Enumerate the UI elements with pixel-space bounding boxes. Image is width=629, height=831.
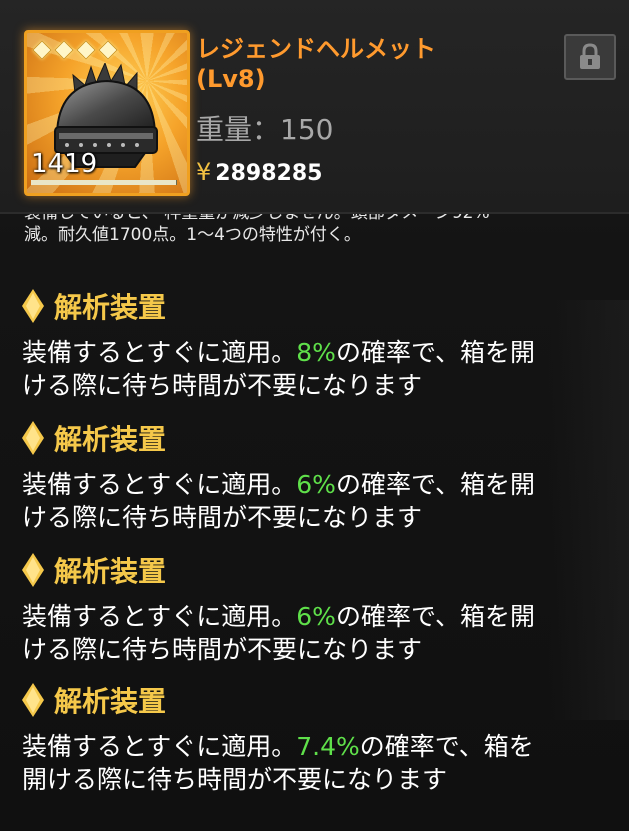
trait-title: 解析装置: [22, 680, 612, 720]
trait-text: の確率で、箱を: [359, 732, 534, 761]
trait-text: の確率で、箱を開: [335, 602, 535, 631]
trait-block: 解析装置 装備するとすぐに適用。6%の確率で、箱を開 ける際に待ち時間が不要にな…: [22, 418, 612, 534]
item-level: (Lv8): [196, 65, 266, 93]
rarity-star-icon: [54, 40, 74, 60]
trait-block: 解析装置 装備するとすぐに適用。8%の確率で、箱を開 ける際に待ち時間が不要にな…: [22, 286, 612, 402]
trait-title-text: 解析装置: [54, 685, 167, 718]
rarity-star-icon: [98, 40, 118, 60]
item-name-title: レジェンドヘルメット: [196, 35, 436, 63]
item-name: レジェンドヘルメット (Lv8): [196, 34, 526, 94]
trait-text: 開ける際に待ち時間が不要になります: [22, 765, 448, 794]
trait-percent: 7.4%: [296, 732, 360, 761]
diamond-icon: [22, 553, 44, 587]
rarity-star-icon: [32, 40, 52, 60]
trait-text: ける際に待ち時間が不要になります: [22, 503, 423, 532]
trait-percent: 6%: [296, 470, 336, 499]
description-line: 装備していると、 枠重量が減少しません。頭部ダメージ92%: [24, 214, 614, 224]
weight-row: 重量：150: [196, 108, 333, 148]
item-count: 1419: [31, 149, 98, 179]
price-row: ¥2898285: [196, 158, 322, 186]
rarity-stars: [32, 40, 118, 60]
rarity-star-icon: [76, 40, 96, 60]
item-icon-frame[interactable]: 1419: [24, 30, 190, 196]
weight-label: 重量：: [196, 113, 281, 146]
trait-description: 装備するとすぐに適用。7.4%の確率で、箱を 開ける際に待ち時間が不要になります: [22, 730, 612, 796]
trait-text: 装備するとすぐに適用。: [22, 732, 297, 761]
trait-title: 解析装置: [22, 550, 612, 590]
description-line: 減。耐久値1700点。1～4つの特性が付く。: [24, 225, 361, 245]
trait-text: の確率で、箱を開: [335, 470, 535, 499]
trait-text: 装備するとすぐに適用。: [22, 338, 297, 367]
trait-text: の確率で、箱を開: [335, 338, 535, 367]
trait-description: 装備するとすぐに適用。6%の確率で、箱を開 ける際に待ち時間が不要になります: [22, 468, 612, 534]
trait-text: 装備するとすぐに適用。: [22, 470, 297, 499]
yen-icon: ¥: [196, 158, 212, 186]
lock-button[interactable]: [564, 34, 616, 80]
durability-bar-fill: [31, 180, 176, 185]
trait-block: 解析装置 装備するとすぐに適用。6%の確率で、箱を開 ける際に待ち時間が不要にな…: [22, 550, 612, 666]
trait-text: ける際に待ち時間が不要になります: [22, 371, 423, 400]
trait-title-text: 解析装置: [54, 423, 167, 456]
item-detail-panel: 1419 レジェンドヘルメット (Lv8) 重量：150 ¥2898285 装備…: [0, 0, 629, 831]
weight-value: 150: [280, 113, 334, 146]
diamond-icon: [22, 421, 44, 455]
item-header: 1419 レジェンドヘルメット (Lv8) 重量：150 ¥2898285: [0, 0, 629, 214]
trait-text: ける際に待ち時間が不要になります: [22, 635, 423, 664]
trait-title-text: 解析装置: [54, 291, 167, 324]
trait-title: 解析装置: [22, 286, 612, 326]
trait-title-text: 解析装置: [54, 555, 167, 588]
durability-bar: [31, 180, 177, 185]
diamond-icon: [22, 289, 44, 323]
trait-percent: 6%: [296, 602, 336, 631]
trait-block: 解析装置 装備するとすぐに適用。7.4%の確率で、箱を 開ける際に待ち時間が不要…: [22, 680, 612, 796]
trait-description: 装備するとすぐに適用。8%の確率で、箱を開 ける際に待ち時間が不要になります: [22, 336, 612, 402]
price-value: 2898285: [215, 161, 323, 186]
trait-title: 解析装置: [22, 418, 612, 458]
trait-percent: 8%: [296, 338, 336, 367]
diamond-icon: [22, 683, 44, 717]
trait-description: 装備するとすぐに適用。6%の確率で、箱を開 ける際に待ち時間が不要になります: [22, 600, 612, 666]
trait-text: 装備するとすぐに適用。: [22, 602, 297, 631]
lock-icon: [580, 43, 600, 69]
item-description: 装備していると、 枠重量が減少しません。頭部ダメージ92% 減。耐久値1700点…: [24, 214, 614, 268]
